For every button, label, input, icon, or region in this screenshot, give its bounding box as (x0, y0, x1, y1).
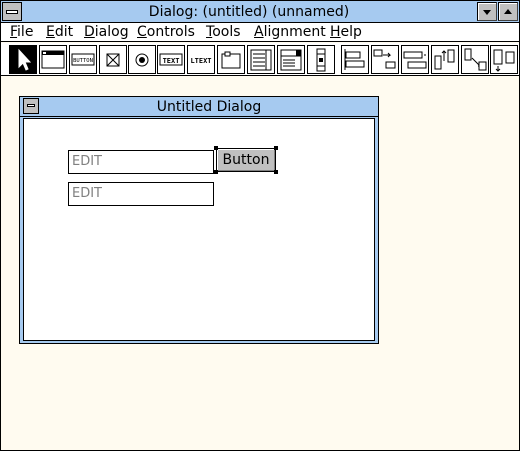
pointer-icon (18, 48, 32, 71)
menu-controls[interactable]: Controls (137, 24, 195, 40)
system-menu-icon[interactable] (2, 2, 22, 21)
listbox-tool[interactable] (247, 45, 275, 74)
maximize-button[interactable] (498, 2, 518, 21)
groupbox-tool-icon (221, 51, 241, 69)
maximize-arrow-icon (504, 9, 512, 14)
radio-tool[interactable] (128, 45, 156, 74)
menu-dialog[interactable]: Dialog (84, 24, 129, 40)
align-hcenter-icon (493, 49, 515, 72)
align-top-tool[interactable] (401, 45, 429, 74)
minimize-button[interactable] (477, 2, 497, 21)
ltext-tool-icon: LTEXT (190, 57, 211, 65)
dialog-title: Untitled Dialog (156, 99, 262, 115)
title-bar[interactable]: Dialog: (untitled) (unnamed) (1, 1, 519, 23)
dialog-client-area[interactable]: EDIT EDIT Button (23, 118, 375, 341)
dialog-frame-tool[interactable] (39, 45, 67, 74)
window-title: Dialog: (untitled) (unnamed) (148, 4, 350, 20)
scrollbar-tool-icon (316, 48, 326, 72)
push-button-control[interactable]: Button (216, 148, 276, 172)
menu-edit[interactable]: Edit (46, 24, 73, 40)
button-tool[interactable]: BUTTON (69, 45, 97, 74)
text-tool[interactable]: TEXT (157, 45, 185, 74)
align-left-tool[interactable] (341, 45, 369, 74)
dialog-frame-icon (41, 50, 65, 69)
dialog-system-menu-icon[interactable] (23, 98, 39, 114)
radio-tool-icon (135, 53, 149, 67)
menu-file[interactable]: File (10, 24, 33, 40)
align-vcenter-tool[interactable] (461, 45, 489, 74)
align-hcenter-tool[interactable] (490, 45, 518, 74)
menu-tools[interactable]: Tools (206, 24, 241, 40)
button-tool-caption: BUTTON (73, 58, 93, 64)
align-left-icon (344, 49, 365, 70)
toolbar: BUTTON TEXT LTEXT (1, 43, 519, 76)
designed-dialog[interactable]: Untitled Dialog EDIT EDIT Button (19, 96, 379, 344)
ltext-tool[interactable]: LTEXT (187, 45, 215, 74)
checkbox-tool[interactable] (99, 45, 127, 74)
main-window: Dialog: (untitled) (unnamed) File Edit D… (0, 0, 520, 451)
selection-handle-bl[interactable] (214, 170, 218, 174)
menu-alignment[interactable]: Alignment (254, 24, 326, 40)
scrollbar-tool[interactable] (307, 45, 335, 74)
button-tool-icon: BUTTON (71, 53, 95, 66)
workspace-canvas[interactable]: Untitled Dialog EDIT EDIT Button (1, 77, 519, 450)
text-tool-icon: TEXT (159, 53, 183, 66)
align-bottom-icon (434, 49, 455, 70)
combobox-tool-icon (280, 49, 302, 71)
selection-handle-tl[interactable] (214, 146, 218, 150)
edit-control-2[interactable]: EDIT (68, 182, 214, 206)
ltext-tool-caption: LTEXT (190, 57, 211, 65)
listbox-tool-icon (250, 49, 272, 71)
menu-help[interactable]: Help (330, 24, 362, 40)
dialog-title-bar[interactable]: Untitled Dialog (20, 97, 378, 117)
selection-handle-tr[interactable] (274, 146, 278, 150)
align-right-tool[interactable] (371, 45, 399, 74)
menu-bar: File Edit Dialog Controls Tools Alignmen… (1, 23, 519, 42)
text-tool-caption: TEXT (163, 57, 180, 65)
align-right-icon (373, 49, 396, 69)
minimize-arrow-icon (483, 10, 491, 15)
pointer-tool[interactable] (9, 45, 37, 74)
groupbox-tool[interactable] (217, 45, 245, 74)
align-vcenter-icon (464, 48, 487, 71)
combobox-tool[interactable] (277, 45, 305, 74)
edit-control-1[interactable]: EDIT (68, 150, 214, 174)
checkbox-tool-icon (106, 53, 120, 67)
selection-handle-br[interactable] (274, 170, 278, 174)
align-bottom-tool[interactable] (431, 45, 459, 74)
align-top-icon (403, 51, 427, 69)
